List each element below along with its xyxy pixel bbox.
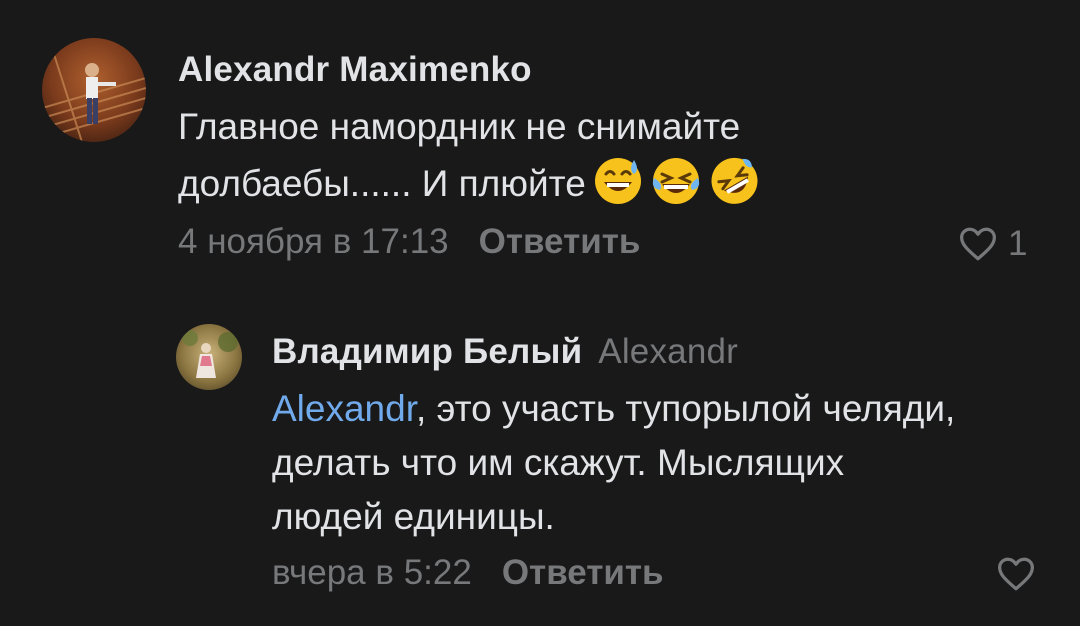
rolling-on-floor-laughing-emoji [708, 154, 760, 206]
like-count: 1 [1008, 224, 1028, 263]
comment-text-line: долбаебы...... И плюйте [178, 154, 760, 211]
reply-text-line: Alexandr, это участь тупорылой челяди, [272, 382, 955, 436]
like-button[interactable]: 1 [958, 224, 1027, 264]
comments-page: Alexandr Maximenko Главное намордник не … [0, 0, 1080, 626]
comment-text: Главное намордник не снимайте долбаебы..… [178, 100, 760, 211]
reply-author[interactable]: Владимир Белый Alexandr [272, 332, 738, 372]
comment-author[interactable]: Alexandr Maximenko [178, 50, 532, 90]
reply-to-label[interactable]: Alexandr [598, 332, 738, 371]
heart-icon [960, 227, 996, 261]
grinning-sweat-emoji [592, 154, 644, 206]
reply-text-line: людей единицы. [272, 496, 555, 537]
reply-text: Alexandr, это участь тупорылой челяди, д… [272, 382, 955, 544]
reply-meta: вчера в 5:22 Ответить [272, 553, 664, 593]
comment-meta: 4 ноября в 17:13 Ответить [178, 222, 640, 262]
tears-of-joy-emoji [650, 154, 702, 206]
comment-date: 4 ноября в 17:13 [178, 222, 449, 261]
avatar-alexandr-maximenko[interactable] [42, 38, 146, 142]
heart-icon [998, 557, 1035, 591]
comment-text-fragment: долбаебы...... И плюйте [178, 163, 586, 204]
reply-text-fragment: , это участь тупорылой челяди, [416, 388, 956, 429]
reply-date: вчера в 5:22 [272, 553, 472, 592]
like-button[interactable] [996, 556, 1036, 592]
reply-author-name[interactable]: Владимир Белый [272, 332, 582, 371]
reply-button[interactable]: Ответить [479, 222, 641, 261]
reply-button[interactable]: Ответить [502, 553, 664, 592]
reply-text-line: делать что им скажут. Мыслящих [272, 442, 845, 483]
comment-text-line: Главное намордник не снимайте [178, 106, 741, 147]
avatar-vladimir-bely[interactable] [176, 324, 242, 390]
mention-link[interactable]: Alexandr [272, 388, 416, 429]
